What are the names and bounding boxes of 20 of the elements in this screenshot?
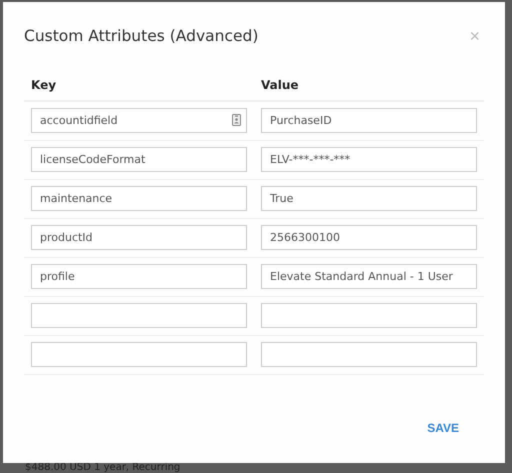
value-field[interactable]: [261, 303, 477, 328]
save-button[interactable]: SAVE: [423, 417, 463, 439]
dialog-title: Custom Attributes (Advanced): [24, 27, 258, 45]
value-field[interactable]: True: [261, 186, 477, 211]
value-field[interactable]: PurchaseID: [261, 108, 477, 133]
key-field[interactable]: [31, 303, 247, 328]
value-field[interactable]: 2566300100: [261, 225, 477, 250]
value-field[interactable]: Elevate Standard Annual - 1 User: [261, 264, 477, 289]
key-field[interactable]: accountidfield: [31, 108, 247, 133]
key-field[interactable]: productId: [31, 225, 247, 250]
background-text: $488.00 USD 1 year, Recurring: [25, 462, 180, 473]
key-field[interactable]: licenseCodeFormat: [31, 147, 247, 172]
key-field[interactable]: maintenance: [31, 186, 247, 211]
value-field[interactable]: [261, 342, 477, 367]
value-field[interactable]: ELV-***-***-***: [261, 147, 477, 172]
key-field[interactable]: [31, 342, 247, 367]
key-field[interactable]: profile: [31, 264, 247, 289]
contact-card-icon[interactable]: [232, 114, 241, 126]
column-header: Key: [31, 78, 58, 92]
column-header: Value: [261, 78, 300, 92]
